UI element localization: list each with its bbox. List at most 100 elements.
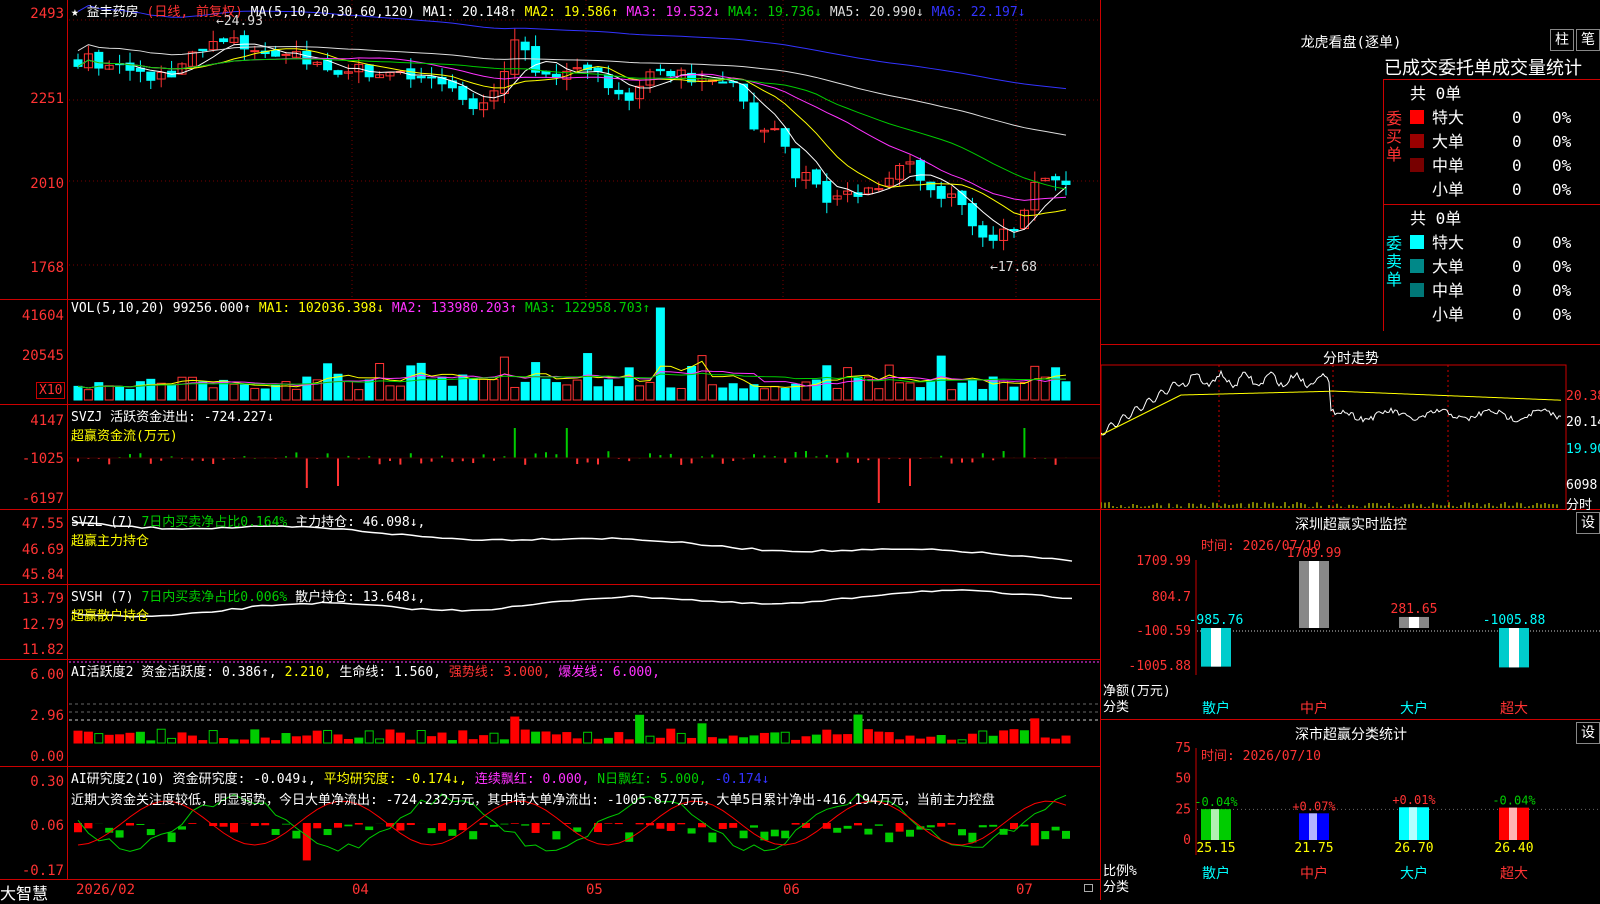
activity-bar xyxy=(688,738,696,743)
research-bar xyxy=(480,823,488,825)
candle xyxy=(251,51,259,52)
flow-bar xyxy=(909,458,911,486)
ai2-title: AI研究度2(10) 资金研究度: -0.049↓, 平均研究度: -0.174… xyxy=(71,768,1096,808)
flow-bar xyxy=(847,453,849,458)
flow-bar xyxy=(514,428,516,458)
svzl-panel[interactable]: 47.55 46.69 45.84 SVZL (7) 7日内买卖净占比0.164… xyxy=(0,510,1100,585)
activity-bar xyxy=(906,736,914,743)
volume-panel[interactable]: 41604 20545 X10 VOL(5,10,20) 99256.000↑ … xyxy=(0,300,1100,405)
activity-bar xyxy=(979,731,987,743)
ai-activity-panel[interactable]: 6.00 2.96 0.00 AI活跃度2 资金活跃度: 0.386↑, 2.2… xyxy=(0,660,1100,767)
ma5-value: MA5: 20.990↓ xyxy=(830,5,924,20)
activity-bar xyxy=(656,738,664,743)
flow-bar xyxy=(150,458,152,464)
research-bar xyxy=(521,824,529,825)
vol-label: VOL(5,10,20) xyxy=(71,301,165,316)
tick-view-button[interactable]: 笔 xyxy=(1576,29,1600,51)
intraday-chart[interactable] xyxy=(1101,345,1600,510)
flow-bar xyxy=(327,453,329,458)
ma1-value: MA1: 20.148↑ xyxy=(423,5,517,20)
research-bar xyxy=(136,824,144,825)
volume-bar xyxy=(708,385,716,400)
star-icon[interactable]: ★ xyxy=(71,5,79,20)
volume-bar xyxy=(646,382,654,400)
flow-bar xyxy=(961,458,963,463)
order-type-label: 小单 xyxy=(1432,176,1512,200)
volume-bar xyxy=(386,386,394,400)
value-label: 1709.99 xyxy=(1287,546,1342,561)
kline-panel[interactable]: 2493 2251 2010 1768 ★ 益丰药房 (日线, 前复权) MA(… xyxy=(0,0,1100,300)
x-label: 06 xyxy=(783,882,800,898)
activity-bar xyxy=(407,740,415,743)
candle xyxy=(604,75,612,88)
candle xyxy=(719,82,727,83)
volume-bar xyxy=(667,388,675,400)
candle xyxy=(552,74,560,77)
sz-stats-panel[interactable]: 深市超赢分类统计 设 时间: 2026/07/10 7550250-0.04%2… xyxy=(1100,720,1600,900)
activity-bar xyxy=(417,731,425,743)
lock-icon[interactable] xyxy=(1084,884,1093,892)
research-bar xyxy=(968,833,976,843)
activity-bar xyxy=(313,731,321,743)
activity-bar xyxy=(719,739,727,743)
sz-monitor-panel[interactable]: 深圳超赢实时监控 设 时间: 2026/07/10 1709.99804.7-1… xyxy=(1100,510,1600,720)
buy-section: 委买单 共 0单 特大00%大单00%中单00%小单00% xyxy=(1383,79,1600,205)
research-bar xyxy=(937,823,945,827)
research-bar xyxy=(896,823,904,832)
volume-bar xyxy=(688,366,696,400)
flow-bar xyxy=(691,458,693,463)
flow-bar xyxy=(566,428,568,458)
order-count: 0 xyxy=(1512,305,1552,324)
flow-bar xyxy=(337,458,339,486)
ai-research-panel[interactable]: 0.30 0.06 -0.17 AI研究度2(10) 资金研究度: -0.049… xyxy=(0,767,1100,880)
activity-bar xyxy=(636,715,644,743)
value-label: 26.70 xyxy=(1394,841,1433,856)
stats-bar-highlight xyxy=(1409,807,1417,840)
activity-bar xyxy=(428,737,436,743)
candle xyxy=(334,71,342,75)
candle xyxy=(303,51,311,64)
candle xyxy=(656,69,664,70)
volume-bar xyxy=(116,387,124,400)
vol-value: 99256.000↑ xyxy=(173,301,251,316)
order-count: 0 xyxy=(1512,180,1552,199)
activity-bar xyxy=(324,730,332,743)
volume-bar xyxy=(1062,382,1070,400)
volume-bar xyxy=(532,363,540,400)
svsh-hold: 散户持仓: 13.648↓, xyxy=(295,590,425,605)
volume-bar xyxy=(240,385,248,400)
flow-bar xyxy=(483,454,485,458)
flow-bar xyxy=(1003,451,1005,458)
activity-bar xyxy=(157,729,165,743)
bar-view-button[interactable]: 柱 xyxy=(1550,29,1574,51)
flow-bar xyxy=(576,458,578,464)
candle xyxy=(615,90,623,93)
activity-bar xyxy=(740,738,748,743)
activity-bar xyxy=(344,739,352,743)
buy-total: 共 0单 xyxy=(1410,80,1461,104)
kline-chart[interactable] xyxy=(0,0,1100,300)
volume-bar xyxy=(199,382,207,400)
activity-bar xyxy=(584,732,592,743)
monitor-bar-highlight xyxy=(1509,628,1519,667)
activity-bar xyxy=(1052,739,1060,743)
svsh-label: SVSH (7) xyxy=(71,590,134,605)
activity-bar xyxy=(698,724,706,743)
order-pct: 0% xyxy=(1552,108,1571,127)
y-label: 0 xyxy=(1183,833,1191,848)
svsh-panel[interactable]: 13.79 12.79 11.82 SVSH (7) 7日内买卖净占比0.006… xyxy=(0,585,1100,660)
research-bar xyxy=(854,823,862,825)
change-label: -0.04% xyxy=(1492,794,1536,808)
volume-bar xyxy=(729,384,737,400)
flow-bar xyxy=(805,451,807,458)
intraday-panel[interactable]: 分时走势 20.38 20.14 19.90 6098 分时 xyxy=(1100,345,1600,510)
order-type-label: 中单 xyxy=(1432,152,1512,176)
research-bar xyxy=(875,824,883,825)
research-bar xyxy=(688,828,696,833)
volume-bar xyxy=(438,377,446,400)
volume-bar xyxy=(885,365,893,400)
x-label: 05 xyxy=(586,882,603,898)
research-bar xyxy=(188,823,196,824)
price-line xyxy=(1101,371,1561,435)
svzj-panel[interactable]: 4147 -1025 -6197 SVZJ 活跃资金进出: -724.227↓ … xyxy=(0,405,1100,510)
